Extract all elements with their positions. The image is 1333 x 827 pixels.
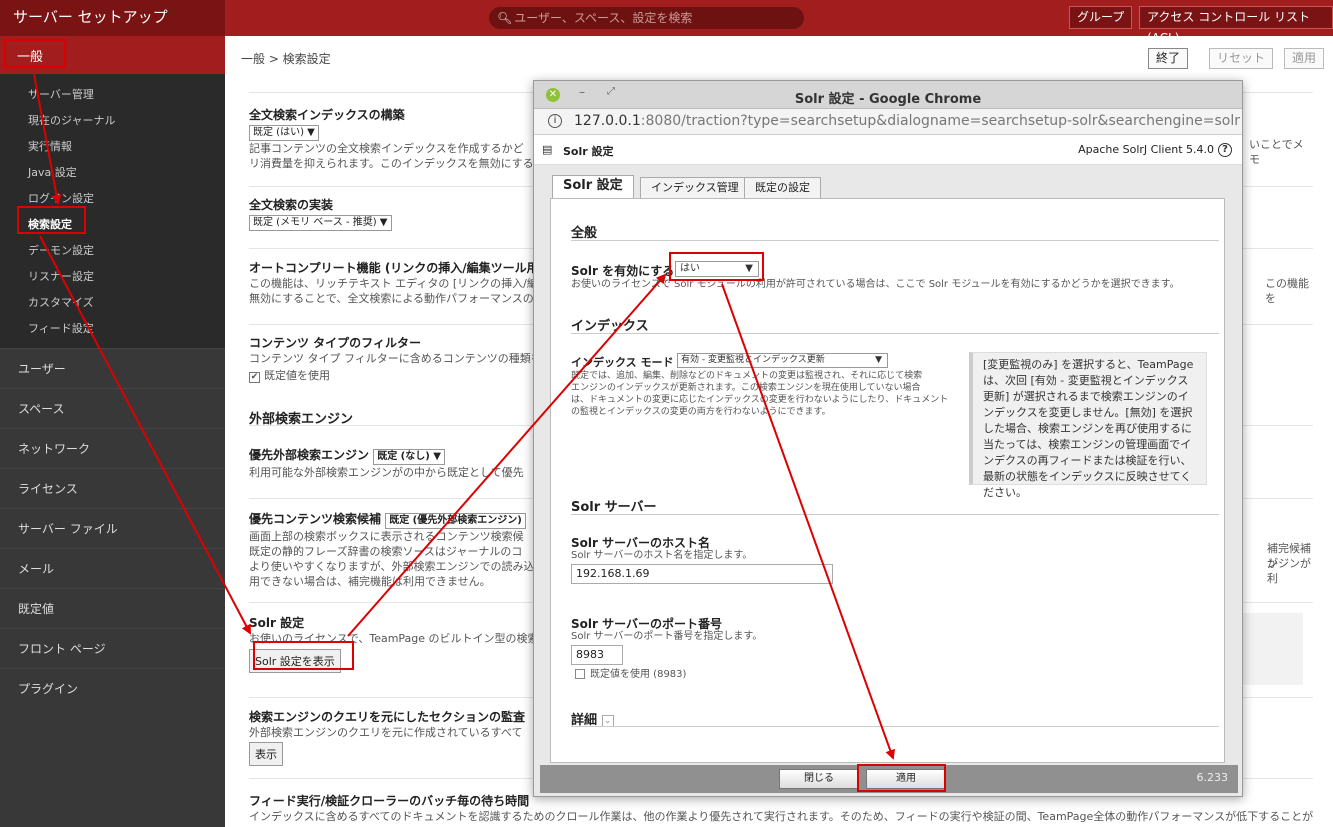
divider <box>571 726 1219 727</box>
sidebar-sub-runtime-info[interactable]: 実行情報 <box>0 134 225 160</box>
fulltext-impl-select[interactable]: 既定 (メモリ ベース - 推奨) ▼ <box>249 215 392 231</box>
info-icon[interactable]: i <box>548 114 562 128</box>
groups-button[interactable]: グループ <box>1069 6 1133 29</box>
port-default-checkbox[interactable] <box>575 669 585 679</box>
window-title: Solr 設定 - Google Chrome <box>794 92 982 107</box>
divider <box>571 240 1219 241</box>
annotation-box-enable-select <box>669 252 764 281</box>
sidebar-item-plugins[interactable]: プラグイン <box>0 668 225 708</box>
help-icon[interactable]: ? <box>1218 143 1232 157</box>
finish-button[interactable]: 終了 <box>1148 48 1189 69</box>
sidebar-item-front-page[interactable]: フロント ページ <box>0 628 225 668</box>
solr-server-heading: Solr サーバー <box>571 500 657 515</box>
annotation-box-show-solr <box>253 641 354 670</box>
sidebar-item-defaults[interactable]: 既定値 <box>0 588 225 628</box>
port-input[interactable]: 8983 <box>571 645 623 665</box>
divider <box>571 333 1219 334</box>
general-heading: 全般 <box>571 226 598 241</box>
annotation-box-apply <box>857 764 946 792</box>
acl-button[interactable]: アクセス コントロール リスト (ACL) <box>1139 6 1333 45</box>
sidebar-item-network[interactable]: ネットワーク <box>0 428 225 468</box>
apply-button[interactable]: 適用 <box>1284 48 1325 69</box>
dialog-body: Solr 設定 インデックス管理 既定の設定 全般 Solr を有効にする はい… <box>540 169 1238 763</box>
sidebar: 一般 サーバー管理 現在のジャーナル 実行情報 Java 設定 ログイン設定 検… <box>0 36 225 827</box>
url-bar[interactable]: i 127.0.0.1:8080/traction?type=searchset… <box>534 109 1242 135</box>
solr-icon: ▤ <box>542 143 553 156</box>
close-button[interactable]: 閉じる <box>779 769 859 789</box>
sidebar-sub-current-journal[interactable]: 現在のジャーナル <box>0 108 225 134</box>
annotation-box-general <box>4 39 66 68</box>
breadcrumb: 一般 > 検索設定 <box>241 52 331 66</box>
index-heading: インデックス <box>571 319 649 334</box>
sidebar-sub-daemon-settings[interactable]: デーモン設定 <box>0 238 225 264</box>
host-input[interactable]: 192.168.1.69 <box>571 564 833 584</box>
side-panel <box>1235 613 1303 685</box>
sidebar-item-spaces[interactable]: スペース <box>0 388 225 428</box>
show-audit-button[interactable]: 表示 <box>249 742 283 766</box>
version-number: 6.233 <box>1196 771 1229 784</box>
app-title: サーバー セットアップ <box>0 0 225 36</box>
chevron-down-icon: ▼ <box>875 355 882 365</box>
search-icon: 🔍︎ <box>497 11 513 25</box>
content-suggestions-select[interactable]: 既定 (優先外部検索エンジン) <box>385 513 526 529</box>
sidebar-item-users[interactable]: ユーザー <box>0 348 225 388</box>
url-text: 127.0.0.1:8080/traction?type=searchsetup… <box>574 113 1240 129</box>
tab-index-management[interactable]: インデックス管理 <box>640 177 750 199</box>
divider <box>571 514 1219 515</box>
sidebar-sub-listener-settings[interactable]: リスナー設定 <box>0 264 225 290</box>
solr-settings-dialog: ✕ – ⤢ Solr 設定 - Google Chrome i 127.0.0.… <box>533 80 1243 797</box>
index-mode-select[interactable]: 有効 - 変更監視とインデックス更新 ▼ <box>677 353 888 368</box>
sidebar-item-mail[interactable]: メール <box>0 548 225 588</box>
sidebar-sub-java-settings[interactable]: Java 設定 <box>0 160 225 186</box>
preferred-engine-select[interactable]: 既定 (なし) ▼ <box>373 449 445 465</box>
solr-settings-panel: 全般 Solr を有効にする はい ▼ お使いのライセンスで Solr モジュール… <box>550 198 1225 763</box>
chevron-down-icon: ⌄ <box>601 714 614 727</box>
reset-button[interactable]: リセット <box>1209 48 1274 69</box>
tab-default-settings[interactable]: 既定の設定 <box>744 177 821 199</box>
dialog-header: ▤ Solr 設定 Apache SolrJ Client 5.4.0 ? <box>534 135 1242 165</box>
use-default-checkbox[interactable]: ✔ <box>249 372 260 383</box>
top-bar: サーバー セットアップ 🔍︎ ユーザー、スペース、設定を検索 グループ アクセス … <box>0 0 1333 45</box>
annotation-box-search-settings <box>17 206 86 234</box>
tab-solr-settings[interactable]: Solr 設定 <box>552 175 634 199</box>
sidebar-sub-customize[interactable]: カスタマイズ <box>0 290 225 316</box>
index-mode-info: [変更監視のみ] を選択すると、TeamPage は、次回 [有効 - 変更監視… <box>969 352 1207 499</box>
sidebar-item-server-files[interactable]: サーバー ファイル <box>0 508 225 548</box>
sidebar-item-license[interactable]: ライセンス <box>0 468 225 508</box>
window-titlebar: ✕ – ⤢ Solr 設定 - Google Chrome <box>534 81 1242 109</box>
fulltext-index-select[interactable]: 既定 (はい) ▼ <box>249 125 319 141</box>
sidebar-sub-server-admin[interactable]: サーバー管理 <box>0 82 225 108</box>
sidebar-sub-feed-settings[interactable]: フィード設定 <box>0 316 225 342</box>
search-input[interactable]: 🔍︎ ユーザー、スペース、設定を検索 <box>489 7 804 29</box>
